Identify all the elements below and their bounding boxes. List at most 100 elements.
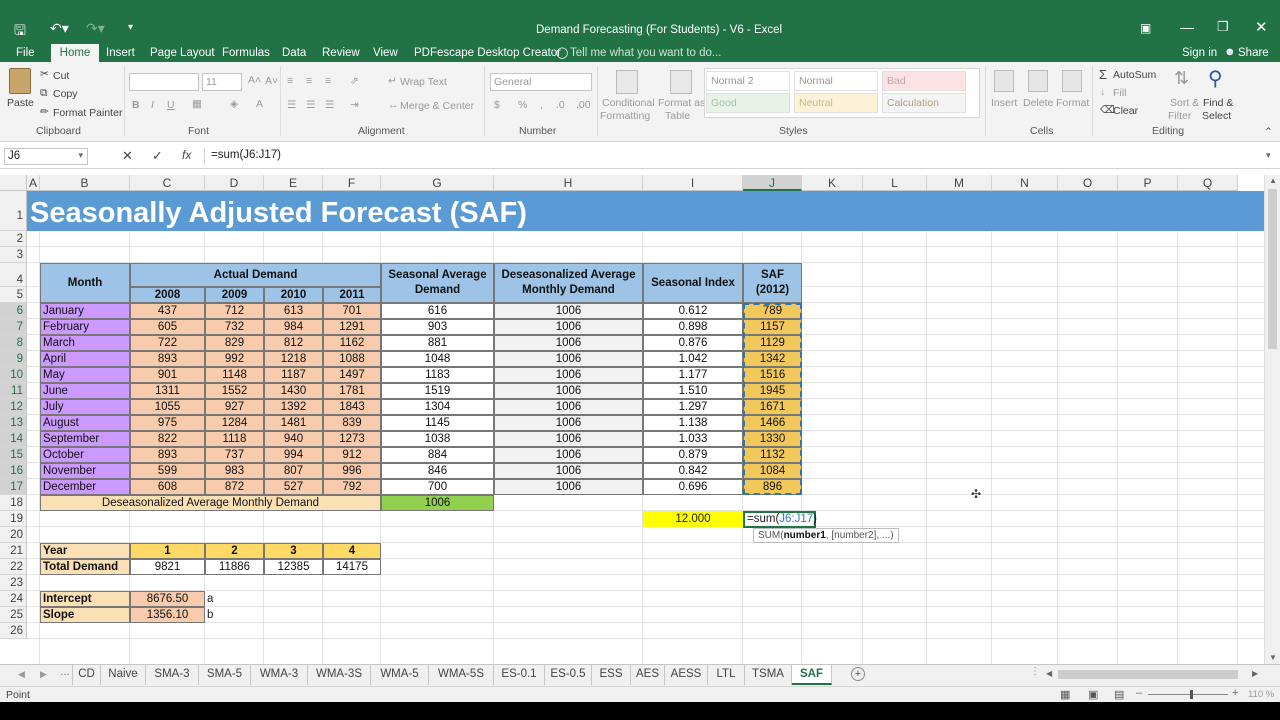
seasonal-average-cell[interactable]: 884 [381, 447, 494, 463]
cancel-icon[interactable]: ✕ [122, 148, 133, 164]
clear-button[interactable]: Clear [1113, 105, 1138, 117]
row-header-14[interactable]: 14 [0, 431, 27, 447]
enter-icon[interactable]: ✓ [152, 148, 163, 164]
expand-formula-icon[interactable]: ▾ [1266, 150, 1271, 161]
header-saf-2012[interactable]: SAF (2012) [743, 263, 802, 303]
row-header-21[interactable]: 21 [0, 543, 27, 559]
seasonal-average-cell[interactable]: 616 [381, 303, 494, 319]
month-cell[interactable]: December [40, 479, 130, 495]
menu-insert[interactable]: Insert [106, 47, 135, 59]
hscroll-right-icon[interactable]: ▶ [1252, 669, 1258, 678]
year-label[interactable]: Year [40, 543, 130, 559]
row-header-7[interactable]: 7 [0, 319, 27, 335]
header-year-2010[interactable]: 2010 [264, 287, 323, 303]
sheet-tab-wma-3s[interactable]: WMA-3S [308, 665, 371, 685]
demand-cell[interactable]: 839 [323, 415, 381, 431]
sheet-tab-tsma[interactable]: TSMA [745, 665, 792, 685]
format-as-table-button[interactable]: Format as [658, 97, 705, 109]
format-cells-button[interactable]: Format [1056, 97, 1089, 109]
paste-button[interactable]: Paste [7, 97, 34, 109]
demand-cell[interactable]: 975 [130, 415, 205, 431]
demand-cell[interactable]: 984 [264, 319, 323, 335]
zoom-out-icon[interactable]: – [1136, 687, 1142, 699]
cut-button[interactable]: Cut [53, 70, 69, 82]
column-header-a[interactable]: A [27, 175, 40, 191]
horizontal-scrollbar[interactable]: ◀ ▶ [1046, 668, 1262, 682]
row-header-16[interactable]: 16 [0, 463, 27, 479]
month-cell[interactable]: October [40, 447, 130, 463]
row-header-23[interactable]: 23 [0, 575, 27, 591]
demand-cell[interactable]: 1187 [264, 367, 323, 383]
name-box[interactable]: J6 ▾ [4, 148, 88, 165]
row-header-24[interactable]: 24 [0, 591, 27, 607]
demand-cell[interactable]: 1055 [130, 399, 205, 415]
row-header-20[interactable]: 20 [0, 527, 27, 543]
close-icon[interactable]: ✕ [1255, 18, 1268, 36]
seasonal-average-cell[interactable]: 1304 [381, 399, 494, 415]
shrink-font-icon[interactable]: A˅ [265, 75, 278, 87]
align-center-icon[interactable]: ☰ [306, 99, 315, 111]
font-name-dropdown[interactable] [129, 73, 199, 91]
conditional-formatting-button[interactable]: Conditional [602, 97, 655, 109]
column-header-k[interactable]: K [802, 175, 863, 191]
column-header-j[interactable]: J [743, 175, 802, 191]
intercept-label[interactable]: Intercept [40, 591, 130, 607]
active-cell-editor[interactable]: =sum(J6:J17) [743, 511, 817, 528]
sheet-tab-aess[interactable]: AESS [665, 665, 708, 685]
month-cell[interactable]: May [40, 367, 130, 383]
sheet-tab-naive[interactable]: Naive [101, 665, 146, 685]
demand-cell[interactable]: 608 [130, 479, 205, 495]
year-cell[interactable]: 1 [130, 543, 205, 559]
tab-scroll-left-icon[interactable]: ◀ [18, 669, 25, 680]
column-header-m[interactable]: M [927, 175, 992, 191]
copy-button[interactable]: Copy [53, 88, 78, 100]
redo-icon[interactable]: ↷▾ [86, 20, 105, 37]
select-all-corner[interactable] [0, 175, 27, 191]
year-cell[interactable]: 4 [323, 543, 381, 559]
maximize-icon[interactable]: ❐ [1217, 19, 1229, 35]
row-header-22[interactable]: 22 [0, 559, 27, 575]
style-calculation[interactable]: Calculation [882, 93, 966, 113]
row-header-15[interactable]: 15 [0, 447, 27, 463]
demand-cell[interactable]: 983 [205, 463, 264, 479]
deseasonalized-average-label[interactable]: Deseasonalized Average Monthly Demand [40, 495, 381, 511]
tab-scroll-right-icon[interactable]: ▶ [40, 669, 47, 680]
deseasonalized-cell[interactable]: 1006 [494, 303, 643, 319]
find-select-button[interactable]: Find & [1203, 97, 1233, 109]
sign-in-link[interactable]: Sign in [1182, 47, 1217, 59]
month-cell[interactable]: August [40, 415, 130, 431]
demand-cell[interactable]: 1481 [264, 415, 323, 431]
slope-label[interactable]: Slope [40, 607, 130, 623]
demand-cell[interactable]: 712 [205, 303, 264, 319]
intercept-value[interactable]: 8676.50 [130, 591, 205, 607]
demand-cell[interactable]: 1311 [130, 383, 205, 399]
demand-cell[interactable]: 912 [323, 447, 381, 463]
demand-cell[interactable]: 1843 [323, 399, 381, 415]
seasonal-index-cell[interactable]: 1.297 [643, 399, 743, 415]
share-button[interactable]: Share [1238, 47, 1269, 59]
fill-color-icon[interactable]: ◈ [230, 98, 238, 110]
zoom-in-icon[interactable]: + [1232, 687, 1238, 699]
saf-cell[interactable]: 789 [743, 303, 802, 319]
deseasonalized-cell[interactable]: 1006 [494, 463, 643, 479]
fill-button[interactable]: Fill [1113, 87, 1126, 99]
row-header-17[interactable]: 17 [0, 479, 27, 495]
seasonal-average-cell[interactable]: 1519 [381, 383, 494, 399]
seasonal-average-cell[interactable]: 700 [381, 479, 494, 495]
demand-cell[interactable]: 1273 [323, 431, 381, 447]
menu-review[interactable]: Review [322, 47, 360, 59]
scroll-up-icon[interactable]: ▲ [1269, 176, 1277, 185]
deseasonalized-cell[interactable]: 1006 [494, 415, 643, 431]
demand-cell[interactable]: 940 [264, 431, 323, 447]
column-header-e[interactable]: E [264, 175, 323, 191]
demand-cell[interactable]: 1392 [264, 399, 323, 415]
header-year-2008[interactable]: 2008 [130, 287, 205, 303]
borders-icon[interactable]: ▦ [192, 98, 202, 110]
year-cell[interactable]: 3 [264, 543, 323, 559]
style-good[interactable]: Good [706, 93, 790, 113]
collapse-ribbon-icon[interactable]: ⌃ [1264, 126, 1273, 138]
align-left-icon[interactable]: ☰ [287, 99, 296, 111]
row-header-4[interactable]: 4 [0, 263, 27, 287]
autosum-button[interactable]: AutoSum [1113, 69, 1156, 81]
month-cell[interactable]: March [40, 335, 130, 351]
